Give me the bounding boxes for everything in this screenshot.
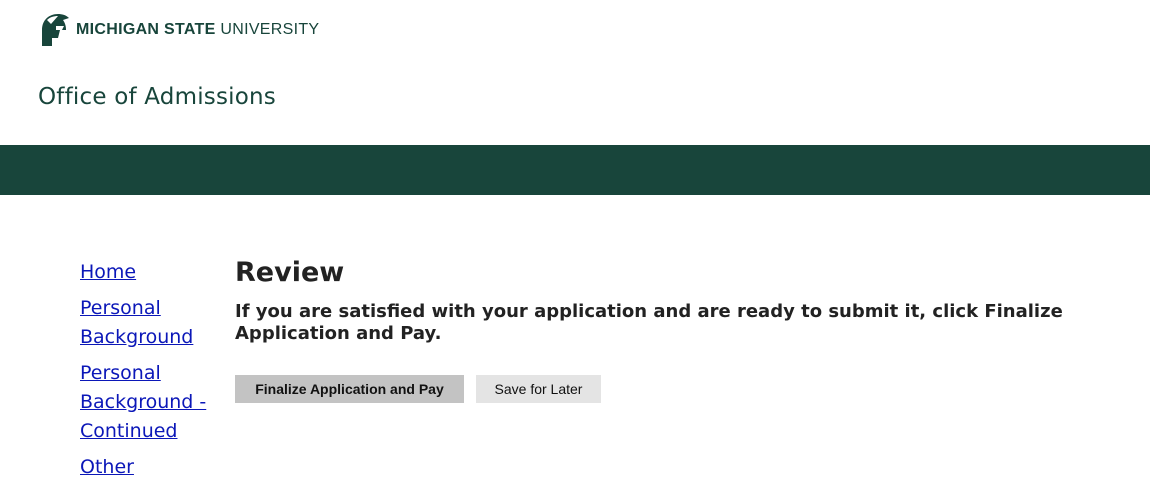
university-wordmark: MICHIGAN STATE UNIVERSITY xyxy=(76,22,319,38)
page-title: Review xyxy=(235,257,345,288)
sidebar-item-personal-background[interactable]: Personal Background xyxy=(80,294,220,352)
header-band xyxy=(0,145,1150,195)
spartan-helmet-icon xyxy=(42,14,69,46)
sidebar-item-personal-background-continued[interactable]: Personal Background - Continued xyxy=(80,359,220,446)
action-buttons: Finalize Application and Pay Save for La… xyxy=(235,375,1115,403)
wordmark-light: UNIVERSITY xyxy=(220,21,320,38)
save-for-later-button[interactable]: Save for Later xyxy=(476,375,601,403)
sidebar-nav: Home Personal Background Personal Backgr… xyxy=(80,258,220,489)
sidebar-item-home[interactable]: Home xyxy=(80,258,220,287)
office-title: Office of Admissions xyxy=(38,84,276,110)
finalize-and-pay-button[interactable]: Finalize Application and Pay xyxy=(235,375,464,403)
university-logo[interactable]: MICHIGAN STATE UNIVERSITY xyxy=(38,12,319,48)
site-header: MICHIGAN STATE UNIVERSITY Office of Admi… xyxy=(0,0,1150,145)
sidebar-item-other[interactable]: Other xyxy=(80,453,220,482)
wordmark-bold: MICHIGAN STATE xyxy=(76,21,216,38)
main-content: Review If you are satisfied with your ap… xyxy=(235,256,1115,403)
review-instructions: If you are satisfied with your applicati… xyxy=(235,301,1063,344)
